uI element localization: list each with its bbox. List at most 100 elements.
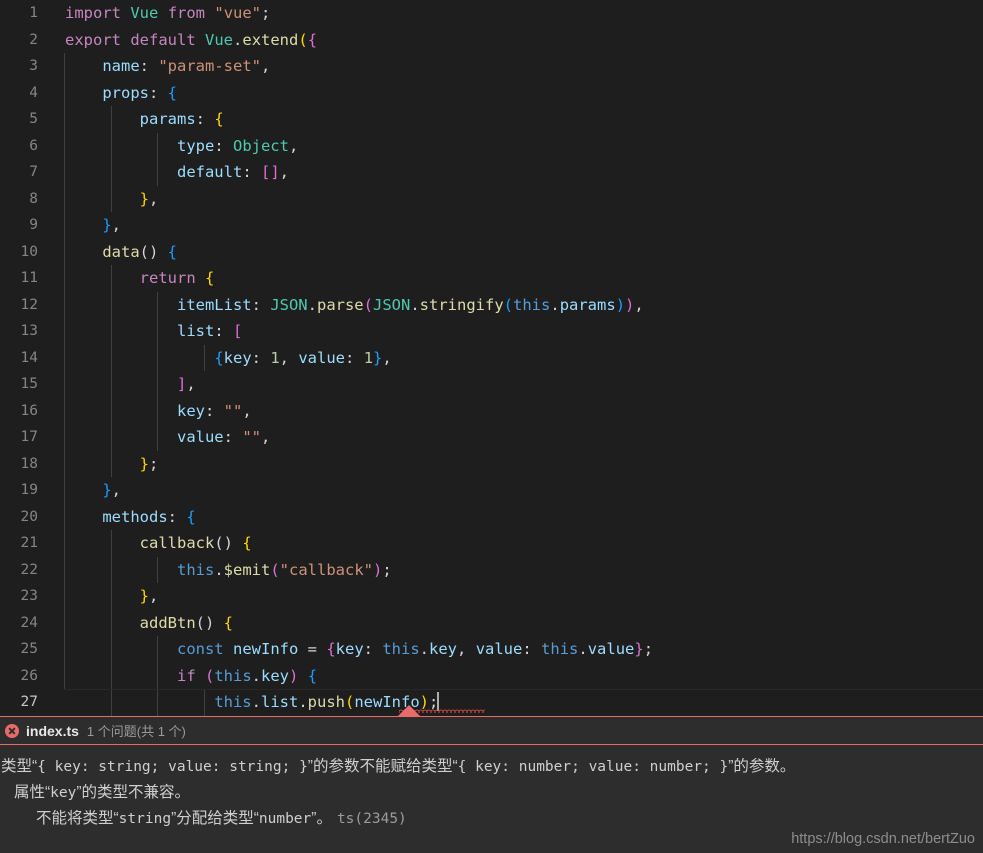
code-token: ,: [457, 640, 476, 658]
code-text: callback() {: [38, 530, 252, 557]
code-token: "vue": [214, 4, 262, 22]
code-token: key: [223, 348, 252, 367]
code-token: .: [233, 30, 243, 49]
code-token: key: [335, 640, 364, 658]
code-line[interactable]: 9 },: [0, 212, 983, 239]
code-token: this: [382, 640, 420, 658]
line-number: 15: [20, 376, 38, 392]
error-circle-x-icon: [5, 723, 19, 738]
code-token: stringify: [419, 295, 504, 314]
code-token: :: [149, 83, 168, 102]
code-line[interactable]: 25 const newInfo = {key: this.key, value…: [0, 636, 983, 663]
code-token: this: [541, 640, 579, 658]
code-text: const newInfo = {key: this.key, value: t…: [38, 636, 653, 663]
code-line[interactable]: 13 list: [: [0, 318, 983, 345]
watermark-url: https://blog.csdn.net/bertZuo: [791, 831, 975, 847]
code-line[interactable]: 1 import Vue from "vue";: [0, 0, 983, 27]
code-line[interactable]: 26 if (this.key) {: [0, 663, 983, 690]
code-token: from: [167, 4, 206, 22]
code-editor[interactable]: 1 import Vue from "vue"; 2 export default V…: [0, 0, 983, 716]
code-token: {: [167, 83, 178, 102]
code-line[interactable]: 14 {key: 1, value: 1},: [0, 345, 983, 372]
line-number: 4: [29, 84, 38, 101]
line-number: 9: [29, 217, 38, 233]
code-token: }: [634, 640, 644, 658]
code-token: (: [363, 295, 373, 314]
code-line[interactable]: 5 params: {: [0, 106, 983, 133]
code-line[interactable]: 8 },: [0, 186, 983, 213]
code-token: ,: [261, 428, 271, 446]
code-line[interactable]: 11 return {: [0, 265, 983, 292]
code-token: ,: [186, 375, 196, 393]
code-line[interactable]: 4 props: {: [0, 80, 983, 107]
code-token: .: [298, 693, 308, 711]
code-text: {key: 1, value: 1},: [38, 345, 391, 372]
code-line[interactable]: 3 name: "param-set",: [0, 53, 983, 80]
code-line[interactable]: 22 this.$emit("callback");: [0, 557, 983, 584]
code-token: params: [139, 110, 196, 128]
code-token: ): [289, 666, 299, 685]
code-token: params: [559, 295, 616, 314]
code-line[interactable]: 6 type: Object,: [0, 133, 983, 160]
code-line[interactable]: 23 },: [0, 583, 983, 610]
code-token: value: [298, 348, 346, 367]
code-token: JSON: [373, 295, 411, 314]
code-token: :: [204, 401, 224, 420]
line-number: 27: [20, 694, 38, 710]
line-number: 10: [20, 243, 38, 260]
code-token: key: [261, 666, 290, 685]
code-token: this: [214, 693, 252, 711]
code-token: (: [205, 666, 215, 685]
code-token: "": [223, 401, 243, 420]
code-line[interactable]: 2 export default Vue.extend({: [0, 27, 983, 54]
line-number: 14: [20, 349, 38, 366]
code-line[interactable]: 20 methods: {: [0, 504, 983, 531]
code-line[interactable]: 12 itemList: JSON.parse(JSON.stringify(t…: [0, 292, 983, 319]
code-token: ,: [288, 136, 299, 155]
code-token: }: [102, 216, 112, 234]
code-line[interactable]: 16 key: "",: [0, 398, 983, 425]
code-text: },: [38, 477, 121, 504]
code-line[interactable]: 27 this.list.push(newInfo);: [0, 689, 983, 716]
code-token: name: [102, 57, 140, 75]
message-code-fragment: { key: number; value: number; }: [457, 759, 729, 775]
code-token: extend: [242, 30, 299, 49]
message-code-fragment: string: [118, 811, 172, 827]
line-number: 22: [20, 561, 38, 578]
code-lines: 1 import Vue from "vue"; 2 export default V…: [0, 0, 983, 716]
code-line[interactable]: 17 value: "",: [0, 424, 983, 451]
problem-file-name[interactable]: index.ts: [26, 723, 79, 739]
code-token: callback: [139, 534, 215, 552]
code-line[interactable]: 21 callback() {: [0, 530, 983, 557]
code-token: JSON: [270, 295, 308, 314]
code-line[interactable]: 18 };: [0, 451, 983, 478]
code-text: },: [38, 583, 159, 610]
code-line[interactable]: 19 },: [0, 477, 983, 504]
message-text-fragment: 属性“: [14, 784, 51, 801]
code-line[interactable]: 10 data() {: [0, 239, 983, 266]
line-number: 17: [20, 429, 38, 445]
problem-message-line: 类型“{ key: string; value: string; }”的参数不能…: [0, 754, 983, 780]
vscode-editor-window: 1 import Vue from "vue"; 2 export default V…: [0, 0, 983, 853]
code-token: (): [139, 242, 168, 261]
code-token: }: [139, 587, 149, 605]
code-line[interactable]: 7 default: [],: [0, 159, 983, 186]
code-token: (: [503, 295, 514, 314]
line-number: 11: [20, 270, 38, 286]
code-line[interactable]: 24 addBtn() {: [0, 610, 983, 637]
code-token: (): [214, 534, 243, 552]
code-token: {: [326, 640, 336, 658]
code-line[interactable]: 15 ],: [0, 371, 983, 398]
code-token: ;: [382, 560, 392, 579]
line-number: 19: [20, 482, 38, 498]
